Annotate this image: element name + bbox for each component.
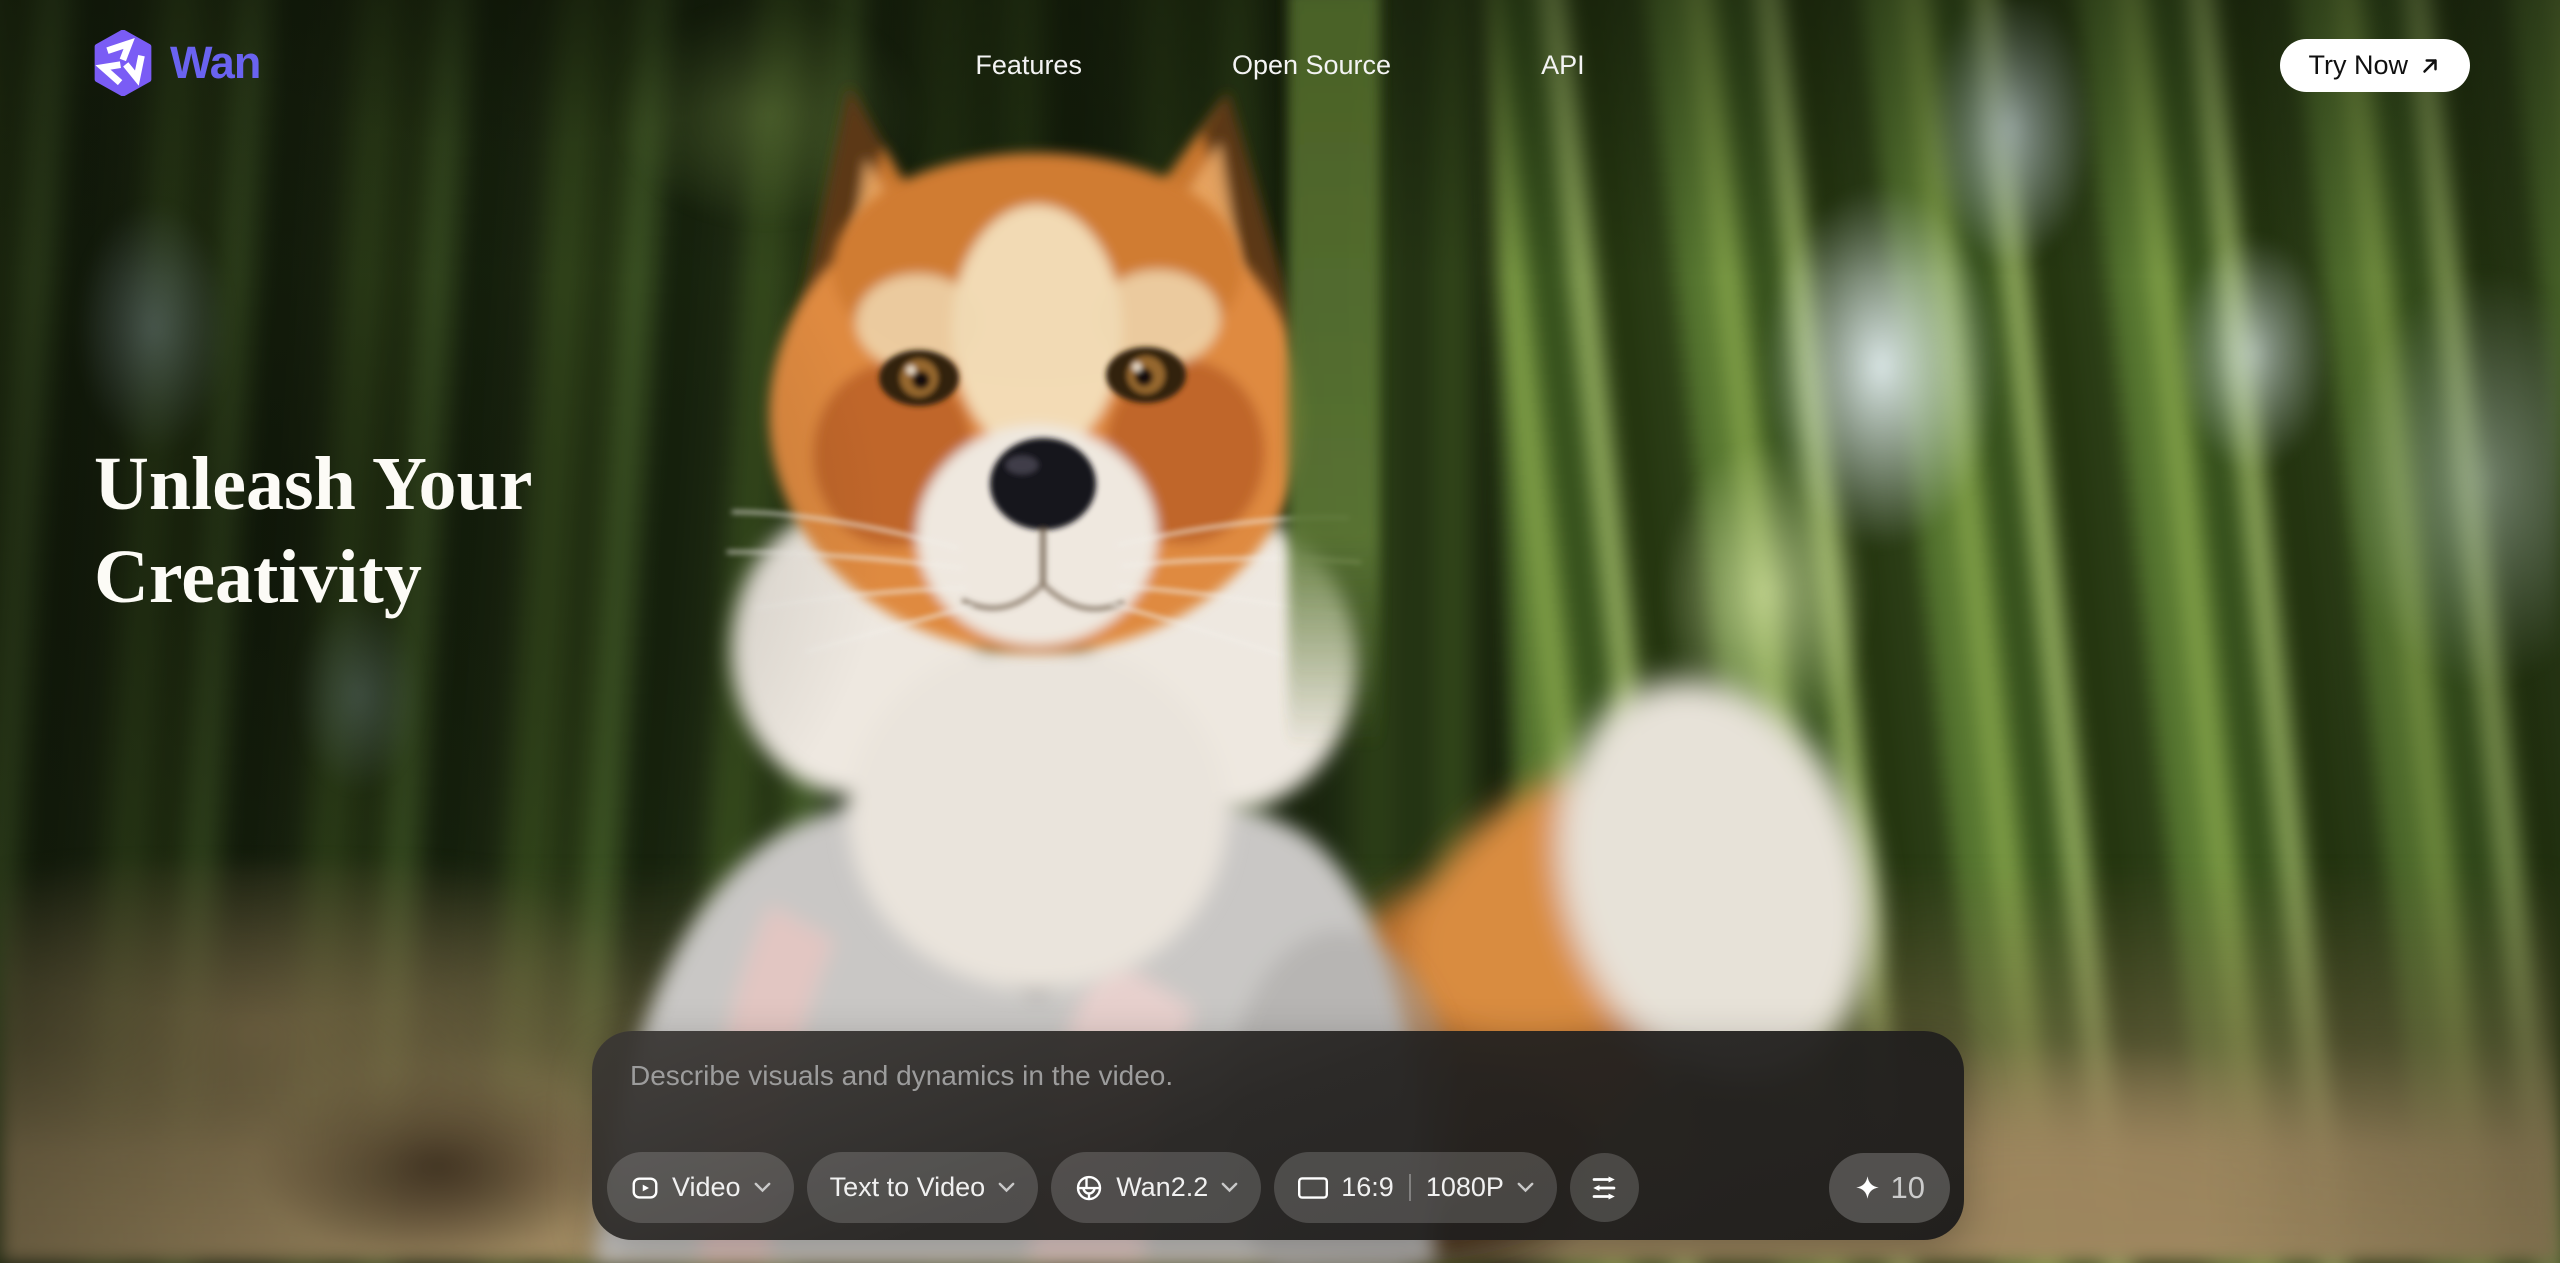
nav-link-features[interactable]: Features xyxy=(975,50,1082,81)
aspect-ratio-icon xyxy=(1297,1176,1329,1200)
chevron-down-icon xyxy=(998,1182,1015,1193)
video-icon xyxy=(630,1173,660,1203)
media-type-dropdown[interactable]: Video xyxy=(607,1152,794,1223)
try-now-button[interactable]: Try Now xyxy=(2280,39,2471,92)
wan-logo-icon xyxy=(90,30,156,96)
credits-value: 10 xyxy=(1891,1170,1925,1206)
aspect-ratio-value: 16:9 xyxy=(1341,1172,1394,1203)
format-dropdown[interactable]: 16:9 1080P xyxy=(1274,1152,1557,1223)
model-dropdown[interactable]: Wan2.2 xyxy=(1051,1152,1261,1223)
sliders-icon xyxy=(1587,1171,1621,1205)
prompt-box: Video Text to Video Wan xyxy=(592,1031,1964,1240)
hero-heading: Unleash Your Creativity xyxy=(94,438,532,624)
resolution-value: 1080P xyxy=(1426,1172,1504,1203)
mode-dropdown[interactable]: Text to Video xyxy=(807,1152,1039,1223)
top-navigation-bar: Wan Features Open Source API Try Now xyxy=(0,0,2560,130)
nav-link-open-source[interactable]: Open Source xyxy=(1232,50,1391,81)
sparkle-icon xyxy=(1854,1174,1881,1201)
prompt-controls-row: Video Text to Video Wan xyxy=(607,1152,1950,1223)
arrow-up-right-icon xyxy=(2419,55,2441,77)
try-now-label: Try Now xyxy=(2309,50,2409,81)
credits-badge[interactable]: 10 xyxy=(1829,1153,1950,1223)
main-nav: Features Open Source API xyxy=(975,0,1584,130)
chevron-down-icon xyxy=(754,1182,771,1193)
pill-divider xyxy=(1409,1174,1411,1201)
hero-section: Wan Features Open Source API Try Now Unl… xyxy=(0,0,2560,1263)
prompt-input[interactable] xyxy=(628,1057,1892,1133)
brand-wordmark: Wan xyxy=(170,37,260,89)
globe-icon xyxy=(1074,1173,1104,1203)
chevron-down-icon xyxy=(1517,1182,1534,1193)
media-type-label: Video xyxy=(672,1172,741,1203)
advanced-settings-button[interactable] xyxy=(1570,1153,1639,1222)
hero-heading-line2: Creativity xyxy=(94,531,532,624)
brand-logo[interactable]: Wan xyxy=(90,30,260,96)
nav-link-api[interactable]: API xyxy=(1541,50,1585,81)
chevron-down-icon xyxy=(1221,1182,1238,1193)
model-label: Wan2.2 xyxy=(1116,1172,1208,1203)
mode-label: Text to Video xyxy=(830,1172,986,1203)
hero-heading-line1: Unleash Your xyxy=(94,438,532,531)
